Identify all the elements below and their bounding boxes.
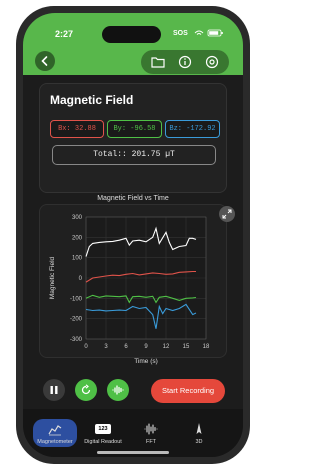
chart-title: Magnetic Field vs Time xyxy=(97,195,169,202)
tab-fft[interactable]: FFT xyxy=(129,419,173,447)
tab-bar: Magnetometer 123 Digital Readout FFT 3D xyxy=(23,409,243,457)
expand-chart-button[interactable] xyxy=(219,206,235,222)
status-icons xyxy=(194,29,224,39)
tab-label: 3D xyxy=(195,439,203,445)
bx-readout: Bx: 32.88 xyxy=(50,120,104,138)
y-axis-label: Magnetic Field xyxy=(49,256,56,299)
x-tick-label: 6 xyxy=(124,344,128,350)
pause-button[interactable] xyxy=(43,379,65,401)
chart-icon xyxy=(48,425,62,436)
wifi-battery-icon xyxy=(194,29,223,37)
chevron-left-icon xyxy=(41,56,48,66)
waveform-icon xyxy=(112,385,124,395)
total-readout: Total:: 201.75 µT xyxy=(52,145,216,165)
sound-button[interactable] xyxy=(107,379,129,401)
bz-readout: Bz: -172.92 xyxy=(165,120,220,138)
123-icon: 123 xyxy=(95,424,111,434)
x-tick-label: 9 xyxy=(144,344,148,350)
compass-icon xyxy=(196,423,202,434)
home-indicator xyxy=(97,451,169,454)
x-axis-label: Time (s) xyxy=(134,358,158,365)
expand-icon xyxy=(222,209,232,219)
info-button[interactable] xyxy=(176,53,194,71)
x-tick-label: 12 xyxy=(163,344,170,350)
y-tick-label: -300 xyxy=(70,337,83,343)
reset-button[interactable] xyxy=(75,379,97,401)
tab-digital-readout[interactable]: 123 Digital Readout xyxy=(81,419,125,447)
x-tick-label: 3 xyxy=(104,344,108,350)
y-tick-label: 200 xyxy=(72,235,83,241)
y-tick-label: -100 xyxy=(70,296,83,302)
y-tick-label: 0 xyxy=(79,276,83,282)
x-tick-label: 18 xyxy=(203,344,210,350)
back-button[interactable] xyxy=(35,51,55,71)
pause-icon xyxy=(50,386,58,394)
tab-label: Digital Readout xyxy=(84,439,122,445)
top-bar: 2:27 SOS xyxy=(23,13,243,75)
chart-panel: 300 200 100 0 -100 -200 -300 0 3 6 9 12 15 18 Magnetic… xyxy=(39,204,227,365)
y-tick-label: 100 xyxy=(72,256,83,262)
settings-button[interactable] xyxy=(203,53,221,71)
tab-label: Magnetometer xyxy=(37,439,73,445)
tab-magnetometer[interactable]: Magnetometer xyxy=(33,419,77,447)
card-title: Magnetic Field xyxy=(50,93,134,107)
start-recording-button[interactable]: Start Recording xyxy=(151,379,225,403)
y-tick-label: -200 xyxy=(70,317,83,323)
gear-icon xyxy=(205,55,219,69)
x-tick-label: 0 xyxy=(84,344,88,350)
magnetic-field-card: Magnetic Field Bx: 32.88 By: -96.58 Bz: … xyxy=(39,83,227,193)
app-screen: 2:27 SOS Magnetic Field Bx: 32.88 By: -9… xyxy=(23,13,243,457)
folder-button[interactable] xyxy=(149,53,167,71)
tab-label: FFT xyxy=(145,439,157,445)
dynamic-island xyxy=(102,26,161,43)
sos-indicator: SOS xyxy=(173,30,188,37)
x-tick-label: 15 xyxy=(183,344,190,350)
folder-icon xyxy=(151,57,165,68)
by-readout: By: -96.58 xyxy=(107,120,162,138)
action-group xyxy=(141,50,229,74)
waveform-icon xyxy=(144,423,158,435)
info-icon xyxy=(178,55,192,69)
y-tick-label: 300 xyxy=(72,215,83,221)
magnetic-field-chart: 3002001000-100-200-3000 3 6 9 12 15 18Magnetic… xyxy=(49,215,210,365)
status-time: 2:27 xyxy=(55,29,74,39)
tab-3d[interactable]: 3D xyxy=(177,419,221,447)
refresh-icon xyxy=(81,384,91,395)
